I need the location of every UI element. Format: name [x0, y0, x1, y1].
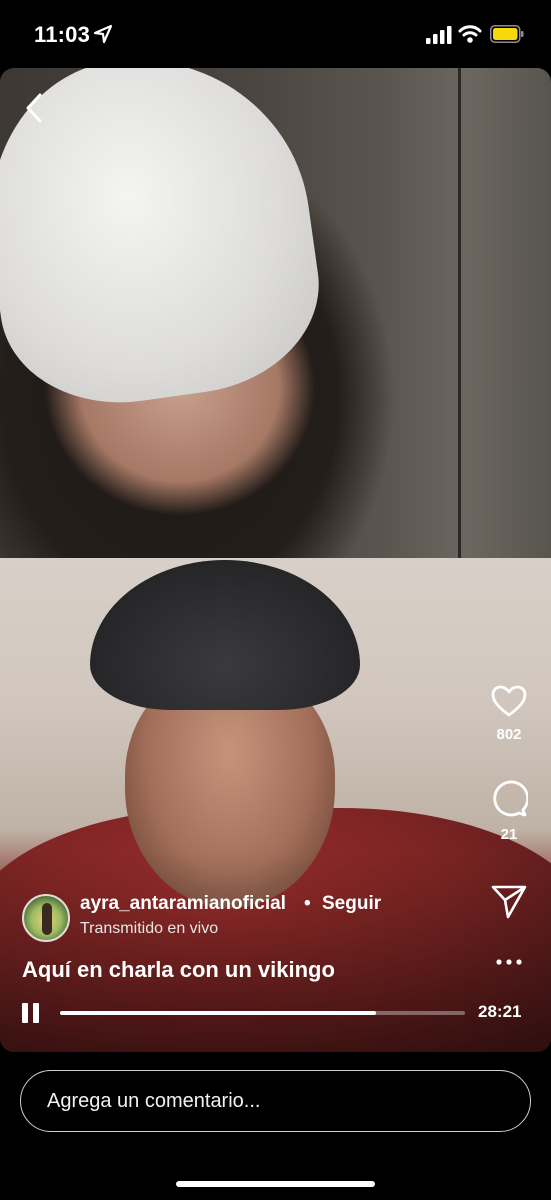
comment-bubble-icon — [493, 780, 528, 817]
like-count: 802 — [496, 726, 522, 743]
pause-bar-right — [33, 1003, 39, 1023]
more-options-icon[interactable] — [494, 952, 524, 972]
avatar-figure — [42, 903, 52, 935]
like-button[interactable]: 802 — [482, 684, 536, 743]
follow-button[interactable]: Seguir — [322, 893, 381, 915]
stream-title: Aquí en charla con un vikingo — [22, 957, 335, 982]
cellular-signal-icon — [426, 26, 452, 44]
live-status-text: Transmitido en vivo — [80, 920, 219, 937]
home-indicator[interactable] — [176, 1181, 375, 1187]
wifi-icon — [458, 25, 482, 43]
back-chevron-icon[interactable] — [20, 92, 48, 124]
status-time: 11:03 — [34, 22, 91, 47]
broadcaster-avatar[interactable] — [22, 894, 70, 942]
pause-button[interactable] — [22, 1003, 40, 1023]
battery-icon — [490, 25, 524, 43]
background-door-edge — [458, 68, 461, 558]
heart-icon — [491, 685, 527, 717]
share-button[interactable] — [482, 884, 536, 920]
host-video — [0, 68, 551, 558]
status-bar: 11:03 — [0, 0, 551, 68]
host-cap — [0, 68, 333, 419]
bottom-gradient-overlay — [0, 850, 551, 1052]
location-arrow-icon — [93, 24, 113, 44]
playback-progress-fill — [60, 1011, 376, 1015]
playback-duration: 28:21 — [478, 1002, 522, 1021]
pause-bar-left — [22, 1003, 28, 1023]
guest-beanie — [90, 560, 360, 710]
send-paper-plane-icon — [491, 885, 527, 919]
broadcaster-username[interactable]: ayra_antaramianoficial — [80, 893, 286, 915]
playback-progress-bar[interactable] — [60, 1011, 465, 1015]
comment-count: 21 — [500, 826, 518, 843]
comment-button[interactable]: 21 — [482, 780, 536, 843]
comment-input[interactable] — [20, 1070, 531, 1132]
separator-dot: • — [304, 893, 311, 914]
